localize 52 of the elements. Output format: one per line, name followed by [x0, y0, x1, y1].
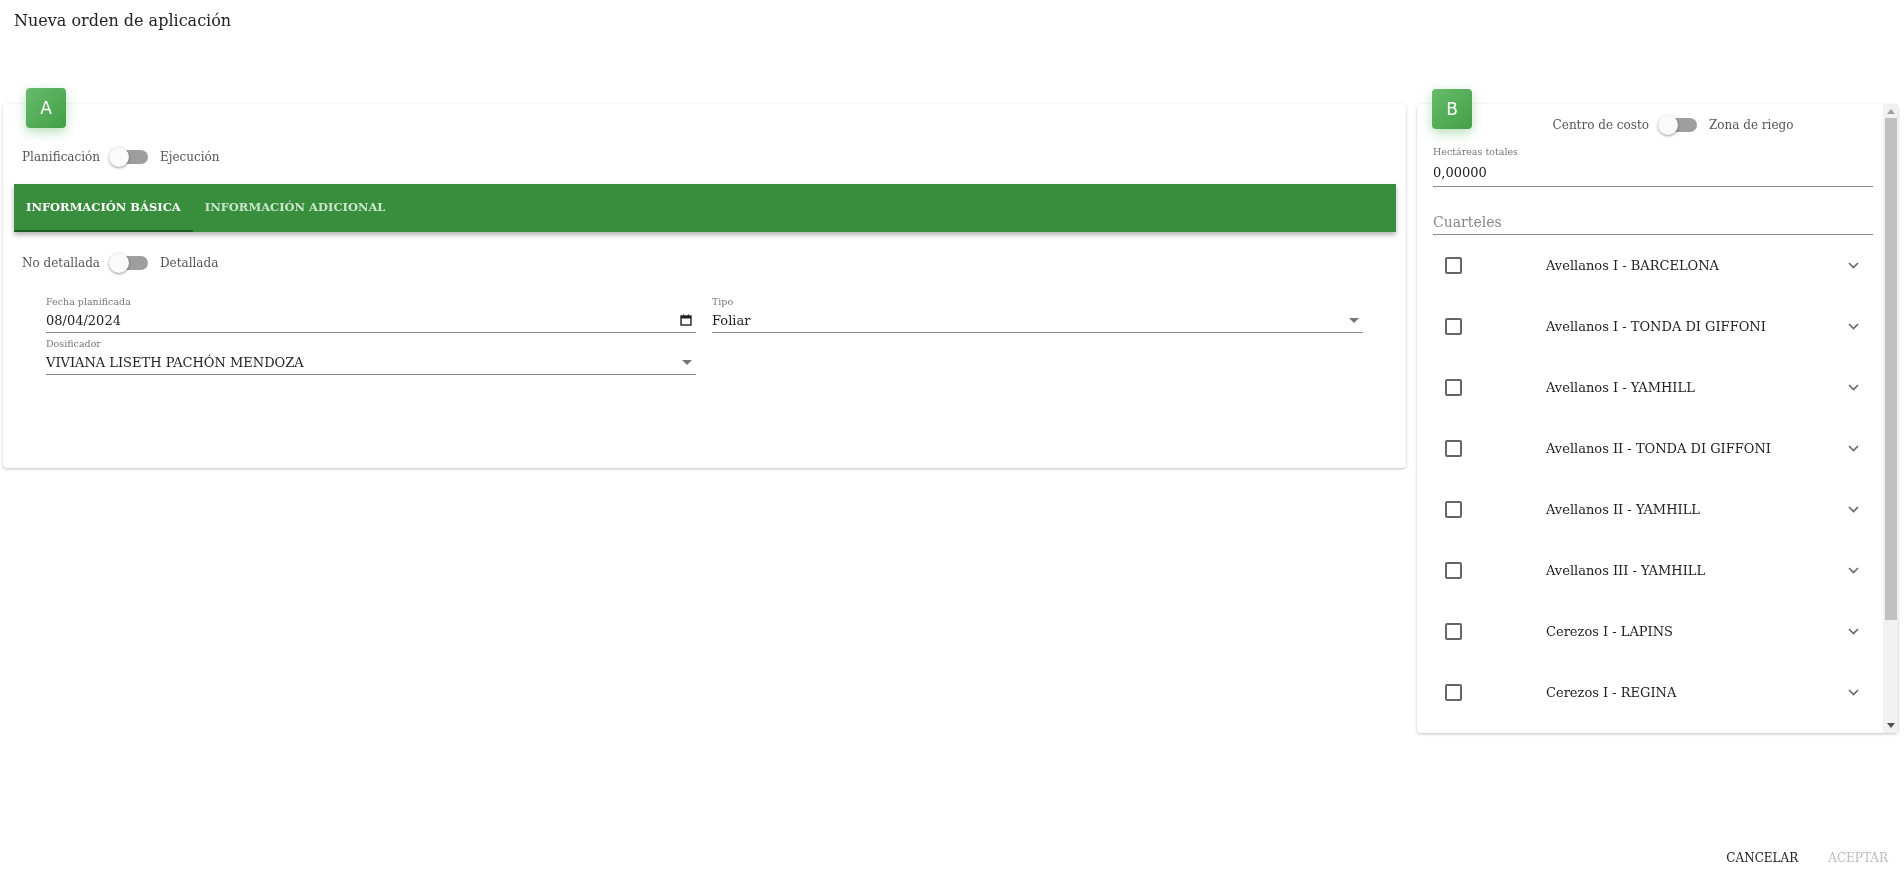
list-item-label: Cerezos I - REGINA [1546, 685, 1678, 700]
chevron-icon[interactable] [1848, 567, 1859, 574]
input-field[interactable]: Foliar [712, 308, 1363, 333]
toggle-switch[interactable] [1660, 118, 1697, 132]
toggle-label: No detallada [22, 256, 100, 270]
toggle-label: Centro de costo [1552, 118, 1649, 132]
checkbox[interactable] [1445, 684, 1462, 701]
checkbox[interactable] [1445, 623, 1462, 640]
toggle-switch[interactable] [111, 256, 148, 270]
action-button[interactable]: CANCELAR [1718, 845, 1807, 871]
input-field[interactable]: 08/04/2024 [46, 308, 696, 333]
checkbox[interactable] [1445, 379, 1462, 396]
chevron-icon[interactable] [1848, 384, 1859, 391]
toggle-label: Ejecución [160, 150, 220, 164]
search-field[interactable]: Cuarteles [1433, 199, 1873, 235]
checkbox[interactable] [1445, 501, 1462, 518]
field-label: Fecha planificada [46, 296, 132, 308]
list-item-label: Avellanos I - TONDA DI GIFFONI [1546, 319, 1767, 334]
list-item-label: Avellanos II - TONDA DI GIFFONI [1546, 441, 1772, 456]
toggle-label: Planificación [22, 150, 101, 164]
calendar-icon [680, 314, 692, 326]
list-item-label: Avellanos III - YAMHILL [1546, 563, 1707, 578]
dropdown-icon [682, 359, 692, 365]
list-item-label: Avellanos I - YAMHILL [1546, 380, 1696, 395]
page-title: Nueva orden de aplicación [13, 10, 233, 32]
chevron-icon[interactable] [1848, 689, 1859, 696]
section-badge: A [26, 88, 66, 128]
dropdown-icon [1349, 317, 1359, 323]
field-label: Hectáreas totales [1433, 146, 1519, 158]
checkbox[interactable] [1445, 440, 1462, 457]
input-field[interactable]: VIVIANA LISETH PACHÓN MENDOZA [46, 350, 696, 375]
list-item-label: Avellanos II - YAMHILL [1546, 502, 1701, 517]
scroll-down-icon[interactable] [1886, 723, 1895, 728]
toggle-label: Zona de riego [1708, 118, 1794, 132]
chevron-icon[interactable] [1848, 323, 1859, 330]
checkbox[interactable] [1445, 562, 1462, 579]
checkbox[interactable] [1445, 318, 1462, 335]
field-label: Dosificador [46, 338, 102, 350]
toggle-switch[interactable] [112, 150, 149, 164]
field-label: Tipo [712, 296, 735, 308]
input-field[interactable]: 0,00000 [1433, 158, 1873, 187]
list-item-label: Cerezos I - LAPINS [1546, 624, 1674, 639]
toggle-label: Detallada [159, 256, 219, 270]
scrollbar[interactable] [1883, 104, 1898, 733]
section-badge: B [1432, 89, 1472, 129]
checkbox[interactable] [1445, 257, 1462, 274]
chevron-icon[interactable] [1848, 445, 1859, 452]
chevron-icon[interactable] [1848, 506, 1859, 513]
list-item-label: Avellanos I - BARCELONA [1546, 258, 1720, 273]
chevron-icon[interactable] [1848, 628, 1859, 635]
chevron-icon[interactable] [1848, 262, 1859, 269]
tab[interactable]: INFORMACIÓN BÁSICA [14, 184, 193, 232]
